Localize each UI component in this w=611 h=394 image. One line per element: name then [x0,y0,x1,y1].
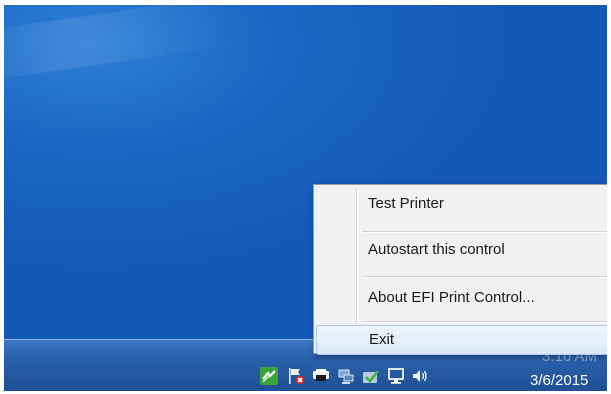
menu-separator [362,231,607,233]
menu-separator [362,321,607,323]
printer-icon[interactable] [312,367,330,385]
action-center-flag-icon[interactable] [287,367,305,385]
volume-icon[interactable] [411,367,429,385]
menu-item-about[interactable]: About EFI Print Control... [316,283,607,313]
menu-item-label: Test Printer [368,195,444,212]
wallpaper-streak [4,5,227,83]
tray-context-menu: Test Printer Autostart this control Abou… [313,184,607,355]
menu-item-label: Exit [369,331,395,348]
display-icon[interactable] [387,367,405,385]
menu-item-label: Autostart this control [368,241,505,258]
menu-item-exit[interactable]: Exit [316,325,607,355]
menu-separator [362,276,607,278]
menu-item-test-printer[interactable]: Test Printer [316,189,607,219]
security-check-icon[interactable] [362,367,380,385]
clock-date[interactable]: 3/6/2015 [530,372,588,389]
network-icon[interactable] [337,367,355,385]
menu-item-autostart[interactable]: Autostart this control [316,235,607,265]
desktop: 3:16 AM 3/6/2015 Test Printer Autostart … [4,5,607,391]
menu-item-label: About EFI Print Control... [368,289,535,306]
efi-print-control-icon[interactable] [260,367,278,385]
